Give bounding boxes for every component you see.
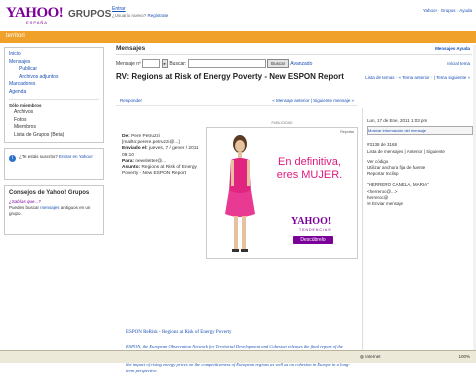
header-sent: Enviado el: jueves, 7 / gener / 2011 09:… <box>122 146 199 158</box>
message-date: Lun, 17 de Ene, 2011 1:03 pm <box>367 118 428 123</box>
message-info-pane: Lun, 17 de Ene, 2011 1:03 pm Mostrar inf… <box>362 108 473 356</box>
zoom-level[interactable]: 100% <box>458 354 470 359</box>
new-user-text: ¿Usuario nuevo? Regístrate <box>112 13 168 18</box>
reply-row: Responder « Mensaje anterior | Siguiente… <box>116 97 358 106</box>
product-name: GRUPOS <box>68 9 112 20</box>
tips-text: ¿Sabías que...? Puedes buscar mensajes a… <box>9 199 99 217</box>
header-subject: Asunto: Regions at Risk of Energy Povert… <box>122 165 197 177</box>
ad-woman-image <box>225 135 255 252</box>
search-row: Mensaje nº ▸ Buscar: Buscar Avanzado Ini… <box>116 59 472 69</box>
author-name: "HERRERO CANELA, MARIA" <box>367 182 429 187</box>
group-bar: territori <box>0 31 476 43</box>
nav-item-fotos[interactable]: Fotos <box>9 117 99 125</box>
subscribe-question: ¿Te estás suscrito? <box>19 154 58 159</box>
top-links[interactable]: Yahoo! · Grupos · Ayuda <box>423 8 472 13</box>
new-user-prefix: ¿Usuario nuevo? <box>112 13 147 18</box>
message-subject: RV: Regions at Risk of Energy Poverty - … <box>116 72 344 81</box>
header: YAHOO! ESPAÑA GRUPOS Entrar ¿Usuario nue… <box>0 0 476 30</box>
ad-label: PUBLICIDAD <box>271 121 293 125</box>
search-input[interactable] <box>187 59 266 68</box>
nav-item-inicio[interactable]: Inicio <box>9 51 99 59</box>
reply-link[interactable]: Responder <box>120 98 142 103</box>
advertisement[interactable]: Reportar En definitiva, eres MUJER. YAHO… <box>206 127 358 259</box>
tips-box: Consejos de Yahoo! Grupos ¿Sabías que...… <box>4 185 104 235</box>
nav-box: Inicio Mensajes Publicar Archivos adjunt… <box>4 47 104 143</box>
tips-body: Puedes buscar <box>9 205 40 210</box>
search-button[interactable]: Buscar <box>267 59 290 68</box>
mail-icon: ✉ <box>367 201 371 206</box>
nav-item-archivos[interactable]: Archivos <box>9 109 99 117</box>
report-link[interactable]: Reportar Inclisp <box>367 171 471 177</box>
go-button[interactable]: ▸ <box>161 59 168 68</box>
ad-brand-sub: TENDENCIAS <box>299 228 332 232</box>
nav-item-mensajes[interactable]: Mensajes <box>9 59 99 67</box>
subscribe-box: i ¿Te estás suscrito? Entrar en Yahoo! <box>4 148 104 180</box>
message-number-input[interactable] <box>142 59 161 68</box>
messages-help-link[interactable]: Mensajes Ayuda <box>435 46 470 51</box>
header-from: De: Pere Petruzzi [mailto:perere.petruzz… <box>122 134 180 146</box>
globe-icon: ◍ <box>360 354 364 359</box>
main-content: Mensajes Mensajes Ayuda Mensaje nº ▸ Bus… <box>116 45 473 373</box>
message-headers: De: Pere Petruzzi [mailto:perere.petruzz… <box>122 134 204 177</box>
topic-navigation[interactable]: Lista de temas · « Tema anterior · | Tem… <box>360 75 470 81</box>
ad-discover-button[interactable]: Descúbrelo <box>293 236 333 244</box>
tips-link[interactable]: mensajes <box>40 205 59 210</box>
section-title: Mensajes Mensajes Ayuda <box>116 45 472 55</box>
advanced-search-link[interactable]: Avanzado <box>290 61 312 67</box>
message-info-toggle[interactable]: Mostrar información del mensaje <box>367 126 473 135</box>
send-message-link[interactable]: ✉ Enviar mensaje <box>367 201 471 207</box>
section-title-text: Mensajes <box>116 45 146 52</box>
message-navigation[interactable]: « Mensaje anterior | Siguiente mensaje » <box>272 98 354 103</box>
left-sidebar: Inicio Mensajes Publicar Archivos adjunt… <box>4 47 104 235</box>
nav-item-miembros[interactable]: Miembros <box>9 124 99 132</box>
signin-yahoo-link[interactable]: Entrar en Yahoo! <box>59 154 93 159</box>
status-bar: ◍ Internet 100% <box>0 350 476 363</box>
status-zone: ◍ Internet <box>360 354 380 360</box>
nav-item-marcadores[interactable]: Marcadores <box>9 81 99 89</box>
send-message-label: Enviar mensaje <box>372 201 404 206</box>
group-name[interactable]: territori <box>6 33 25 39</box>
ad-brand-logo: YAHOO! <box>291 216 332 227</box>
tips-question: ¿Sabías que...? <box>9 199 41 204</box>
nav-item-publicar[interactable]: Publicar <box>9 66 99 74</box>
message-number: #3138 de 3168 <box>367 142 398 147</box>
ad-report-link[interactable]: Reportar <box>340 130 354 134</box>
subscribe-text: ¿Te estás suscrito? Entrar en Yahoo! <box>19 154 99 160</box>
body-title[interactable]: ESPON ReRisk - Regions at Risk of Energy… <box>126 330 231 335</box>
message-list-links[interactable]: Lista de mensajes | Anterior | Siguiente <box>367 149 471 155</box>
yahoo-logo-subtitle: ESPAÑA <box>26 20 48 25</box>
start-topic-link[interactable]: Inicial tema <box>447 61 470 66</box>
message-number-label: Mensaje nº <box>116 60 141 67</box>
nav-item-agenda[interactable]: Agenda <box>9 89 99 97</box>
nav-item-archivos-adjuntos[interactable]: Archivos adjuntos <box>9 74 99 82</box>
ad-headline: En definitiva, eres MUJER. <box>276 156 343 181</box>
info-icon: i <box>9 155 16 162</box>
nav-item-lista-grupos[interactable]: Lista de Grupos (Beta) <box>9 132 99 140</box>
register-link[interactable]: Regístrate <box>148 13 169 18</box>
signin-link[interactable]: Entrar <box>112 6 126 12</box>
status-zone-label: Internet <box>365 354 381 359</box>
message-pane: PUBLICIDAD Reportar En definitiva, eres … <box>116 108 358 373</box>
members-only-heading: Sólo miembros <box>9 103 42 108</box>
tips-title: Consejos de Yahoo! Grupos <box>9 190 90 196</box>
search-label: Buscar: <box>169 60 187 67</box>
